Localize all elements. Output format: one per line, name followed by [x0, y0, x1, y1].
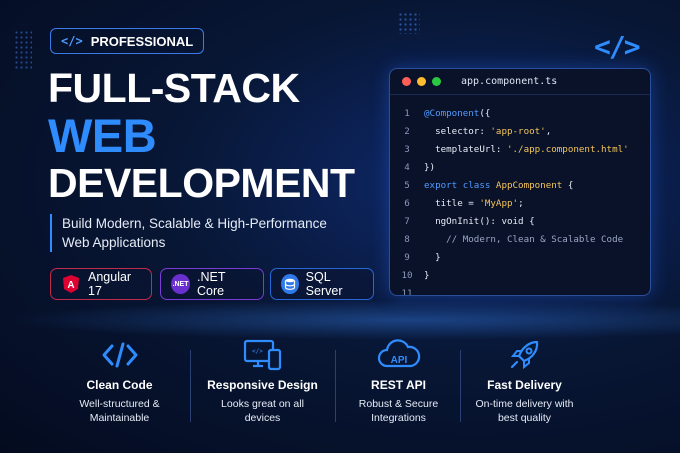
code-line: 4})	[390, 158, 650, 176]
code-line: 11	[390, 284, 650, 296]
tech-chip-dotnet: .NET .NET Core	[160, 268, 264, 300]
code-token: title =	[424, 197, 480, 209]
code-tag-icon-large: </>	[594, 30, 641, 63]
line-number: 3	[404, 143, 410, 155]
feature-desc: Well-structured & Maintainable	[79, 398, 160, 424]
feature-rest-api: API REST API Robust & Secure Integrations	[326, 338, 471, 425]
cloud-api-icon: API	[326, 338, 471, 372]
decorative-dots	[398, 12, 420, 34]
code-token: AppComponent	[495, 179, 563, 191]
code-token: ;	[518, 197, 524, 209]
angular-icon: A	[61, 274, 81, 294]
line-number: 6	[404, 197, 410, 209]
feature-fast-delivery: Fast Delivery On-time delivery with best …	[452, 338, 597, 425]
close-dot-icon	[402, 77, 411, 86]
rocket-icon	[452, 338, 597, 372]
code-token: templateUrl:	[424, 143, 507, 155]
editor-title-bar: app.component.ts	[390, 69, 650, 95]
code-line: 3 templateUrl: './app.component.html'	[390, 140, 650, 158]
svg-text:A: A	[67, 280, 74, 291]
subtitle: Build Modern, Scalable & High-Performanc…	[50, 214, 350, 252]
feature-desc: On-time delivery with best quality	[475, 398, 574, 424]
code-token: selector:	[424, 125, 491, 137]
code-line: 10}	[390, 266, 650, 284]
decorative-dots-left	[14, 30, 32, 70]
tech-label: .NET Core	[197, 270, 226, 298]
title-line-1: FULL-STACK	[48, 65, 300, 111]
code-line: 2 selector: 'app-root',	[390, 122, 650, 140]
code-content: 1 @Component({2 selector: 'app-root', 3 te…	[390, 95, 650, 296]
tech-chip-angular: A Angular 17	[50, 268, 152, 300]
line-number: 11	[401, 287, 413, 296]
badge-label: PROFESSIONAL	[90, 33, 194, 49]
code-token: './app.component.html'	[506, 143, 629, 155]
code-line: 6 title = 'MyApp';	[390, 194, 650, 212]
code-token: ,	[545, 125, 552, 137]
feature-desc: Robust & Secure Integrations	[358, 398, 439, 424]
code-token: // Modern, Clean & Scalable Code	[424, 233, 624, 245]
line-number: 9	[404, 251, 410, 263]
tech-label: SQL Server	[305, 270, 343, 298]
code-editor-window: app.component.ts 1 @Component({ 2 selector…	[389, 68, 651, 296]
code-token: }	[424, 251, 441, 263]
feature-title: Clean Code	[86, 378, 153, 392]
line-number: 5	[404, 179, 410, 191]
code-line: 1 @Component({	[390, 104, 650, 122]
feature-title: REST API	[371, 378, 426, 392]
svg-text:</>: </>	[252, 348, 263, 355]
line-number: 7	[404, 215, 410, 227]
subtitle-line-2: Web Applications	[62, 235, 166, 250]
code-line: 5 export class AppComponent {	[390, 176, 650, 194]
feature-responsive-design: </> Responsive Design Looks great on all…	[190, 338, 335, 425]
tech-label: Angular 17	[88, 270, 132, 298]
maximize-dot-icon	[432, 77, 441, 86]
features-row: Clean Code Well-structured & Maintainable…	[0, 338, 680, 438]
editor-filename: app.component.ts	[461, 76, 558, 87]
devices-icon: </>	[190, 338, 335, 372]
line-number: 1	[404, 107, 410, 119]
code-token: }	[424, 269, 430, 281]
feature-title: Responsive Design	[207, 378, 318, 392]
code-token: export class	[424, 179, 496, 191]
code-token: @Component	[424, 107, 480, 119]
code-token: ngOnInit(): void {	[424, 215, 535, 227]
minimize-dot-icon	[417, 77, 426, 86]
dotnet-icon: .NET	[171, 274, 191, 294]
subtitle-line-1: Build Modern, Scalable & High-Performanc…	[62, 216, 327, 231]
background-glow	[0, 300, 680, 340]
professional-badge: </> PROFESSIONAL	[50, 28, 205, 54]
feature-clean-code: Clean Code Well-structured & Maintainable	[47, 338, 192, 425]
svg-text:API: API	[390, 355, 407, 366]
feature-title: Fast Delivery	[487, 378, 562, 392]
line-number: 10	[401, 269, 413, 281]
line-number: 2	[404, 125, 410, 137]
line-number: 4	[404, 161, 410, 173]
title-line-2: WEB	[48, 109, 157, 162]
code-line: 8 // Modern, Clean & Scalable Code	[390, 230, 650, 248]
tech-chip-sql: SQL Server	[270, 268, 374, 300]
code-token: 'MyApp'	[479, 197, 519, 209]
code-token: })	[424, 161, 436, 173]
code-line: 9 }	[390, 248, 650, 266]
database-icon	[281, 274, 299, 294]
feature-desc: Looks great on all devices	[221, 398, 304, 424]
code-token: 'app-root'	[490, 125, 546, 137]
line-number: 8	[404, 233, 410, 245]
code-line: 7 ngOnInit(): void {	[390, 212, 650, 230]
title-line-3: DEVELOPMENT	[48, 160, 355, 206]
code-brackets-icon	[47, 338, 192, 372]
code-token: ({	[479, 107, 491, 119]
code-tag-icon: </>	[61, 34, 83, 48]
code-token: {	[562, 179, 574, 191]
